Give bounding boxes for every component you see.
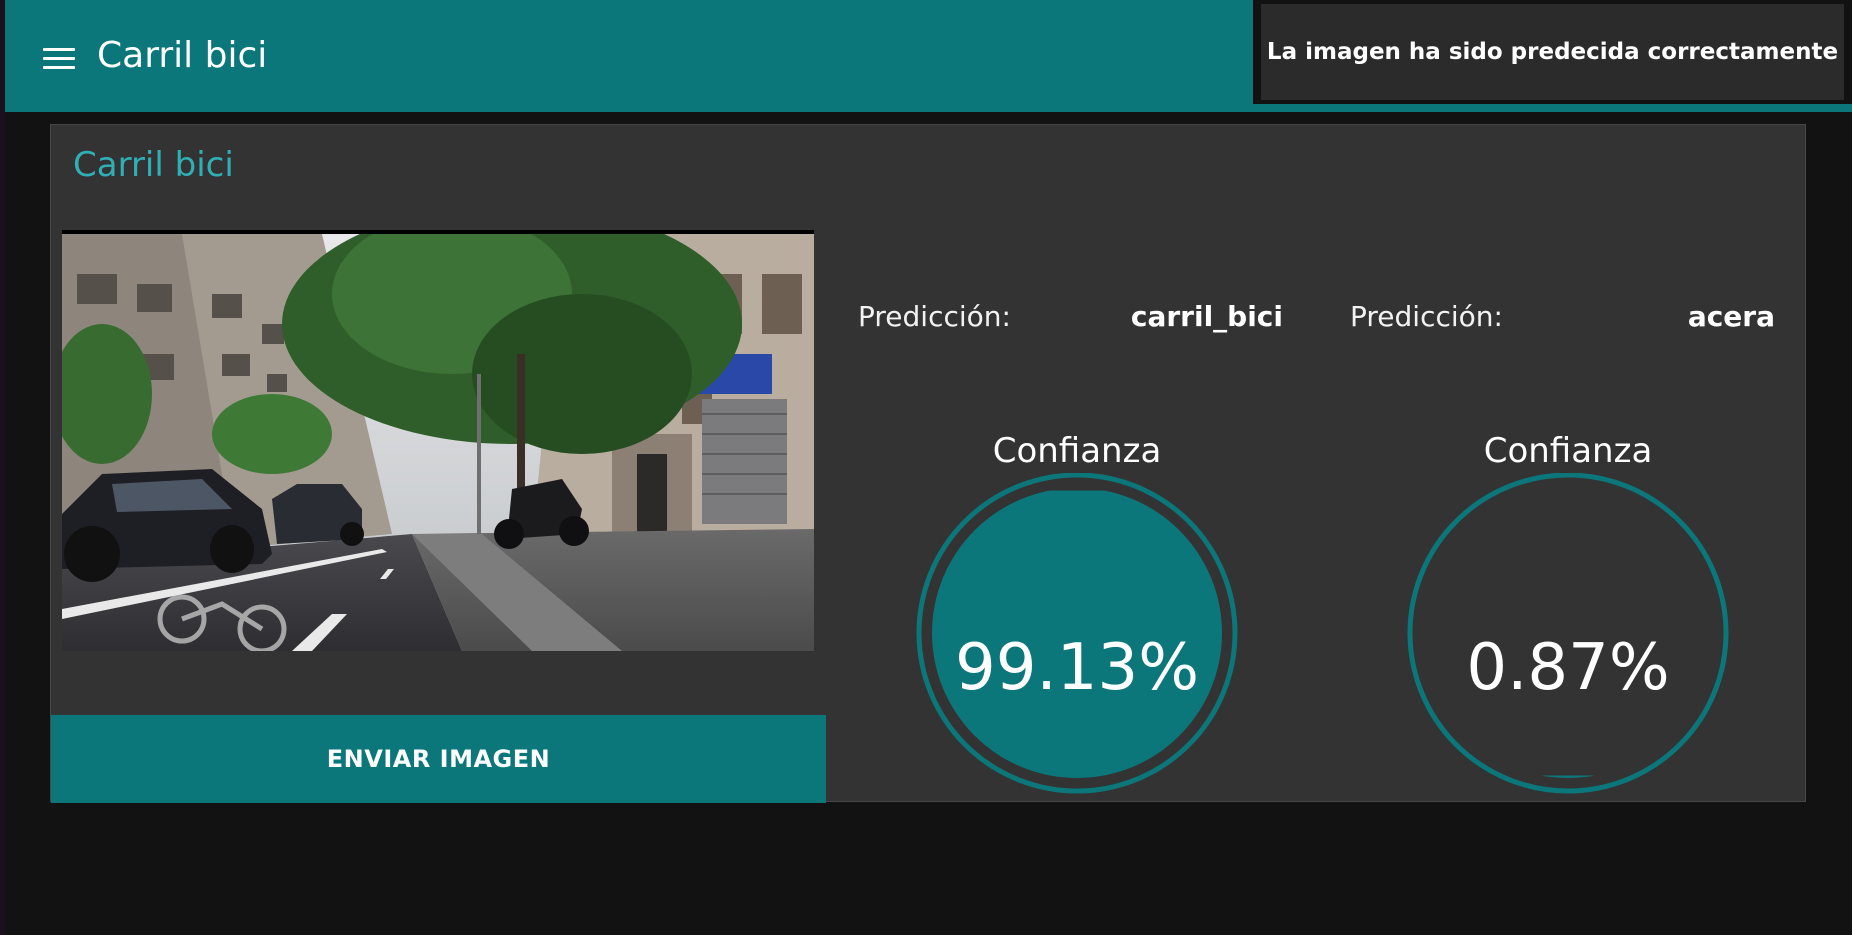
- app-title: Carril bici: [97, 35, 268, 76]
- prediction-card: Carril bici ENVIAR IMAGEN Predicción: ca…: [50, 124, 1806, 803]
- uploaded-street-image: [62, 230, 814, 651]
- prediction-label-2: Predicción:: [1350, 300, 1503, 333]
- window-left-edge: [0, 0, 5, 935]
- confidence-gauge-1: 99.13%: [912, 473, 1242, 803]
- gauge-fill-2: [1423, 775, 1713, 778]
- confidence-gauge-2: 0.87%: [1403, 473, 1733, 803]
- prediction-label-1: Predicción:: [858, 300, 1011, 333]
- hamburger-menu-icon[interactable]: [43, 48, 75, 70]
- confidence-title-1: Confianza: [992, 431, 1162, 471]
- confidence-title-2: Confianza: [1483, 431, 1653, 471]
- confidence-value-2: 0.87%: [1466, 631, 1670, 705]
- send-image-button[interactable]: ENVIAR IMAGEN: [51, 715, 826, 803]
- prediction-value-2: acera: [1687, 300, 1775, 333]
- confidence-value-1: 99.13%: [954, 631, 1200, 705]
- prediction-value-1: carril_bici: [1130, 300, 1283, 333]
- snackbar-message: La imagen ha sido predecida correctament…: [1261, 4, 1844, 100]
- snackbar: La imagen ha sido predecida correctament…: [1253, 0, 1852, 108]
- card-title: Carril bici: [73, 145, 234, 185]
